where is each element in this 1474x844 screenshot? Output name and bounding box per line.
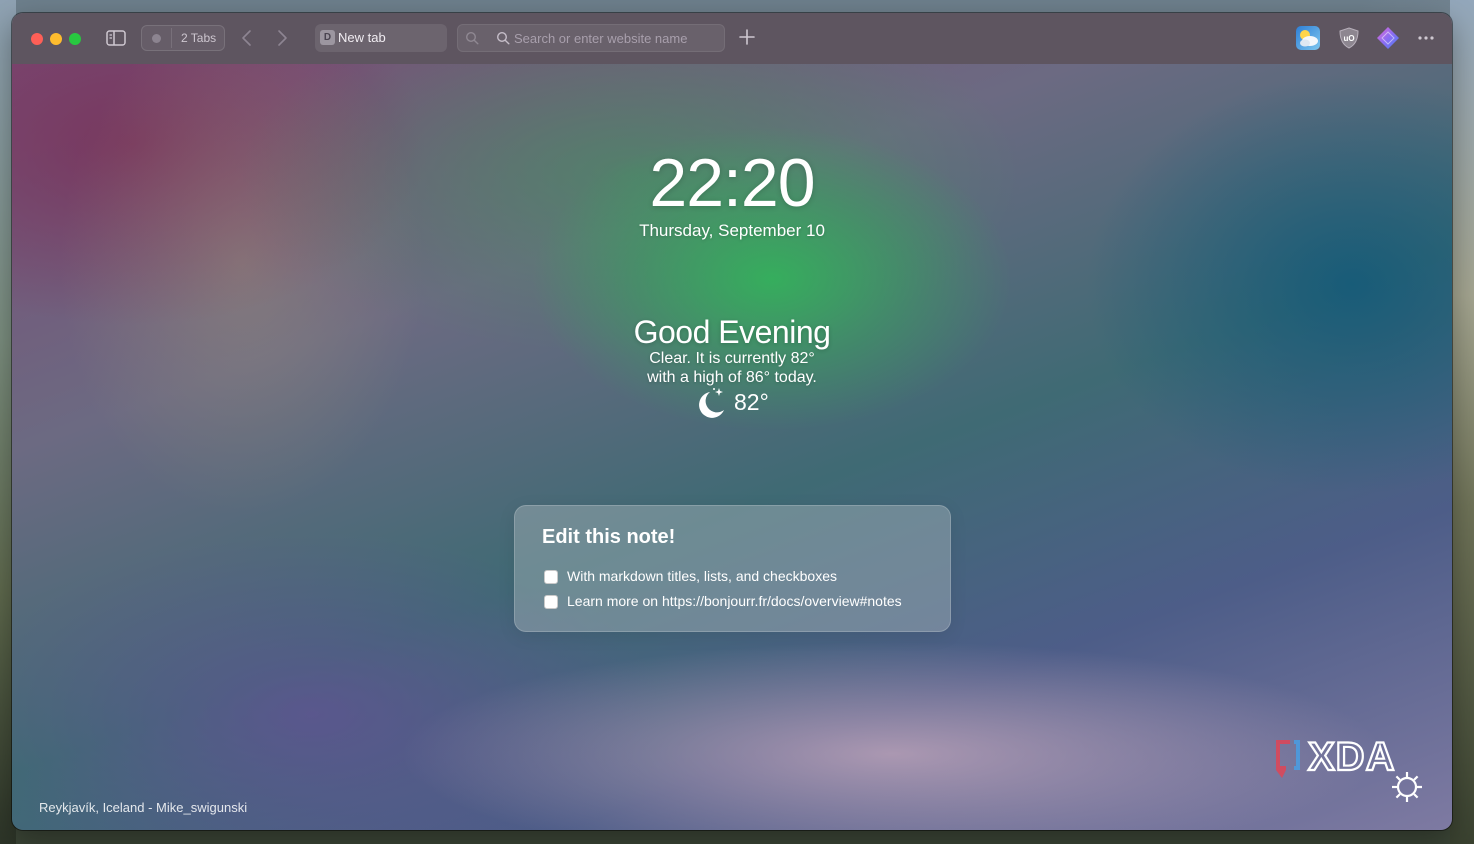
notes-widget[interactable]: Edit this note! With markdown titles, li… — [514, 505, 951, 632]
ellipsis-icon[interactable] — [1416, 30, 1436, 46]
note-title[interactable]: Edit this note! — [542, 526, 675, 549]
browser-window: 2 Tabs D New tab Search or enter website… — [12, 13, 1452, 830]
note-checkbox[interactable] — [544, 595, 558, 609]
browser-toolbar: 2 Tabs D New tab Search or enter website… — [12, 13, 1452, 65]
chevron-right-icon[interactable] — [275, 29, 289, 47]
address-bar[interactable] — [457, 24, 725, 52]
tab-new-tab[interactable]: D New tab — [315, 24, 447, 52]
sidebar-icon[interactable] — [106, 29, 126, 47]
magnifier-icon — [465, 31, 479, 45]
tab-title: New tab — [338, 30, 386, 45]
search-icon — [496, 31, 510, 45]
weather-description-line-1: Clear. It is currently 82° — [649, 350, 815, 367]
svg-text:XDA: XDA — [1308, 735, 1395, 779]
chevron-left-icon[interactable] — [240, 29, 254, 47]
greeting: Good Evening — [633, 314, 831, 350]
desktop-wallpaper-right — [1450, 0, 1474, 844]
photo-credit[interactable]: Reykjavík, Iceland - Mike_swigunski — [39, 800, 247, 815]
current-weather: 82° — [688, 384, 808, 422]
minimize-window-button[interactable] — [50, 33, 62, 45]
note-item-text[interactable]: With markdown titles, lists, and checkbo… — [567, 568, 837, 584]
current-temperature: 82° — [734, 389, 769, 415]
tab-favicon-icon: D — [320, 30, 335, 45]
svg-text:uO: uO — [1343, 34, 1354, 43]
note-item-text[interactable]: Learn more on https://bonjourr.fr/docs/o… — [567, 593, 902, 609]
weather-extension-art — [1300, 30, 1318, 47]
plus-icon[interactable] — [739, 29, 755, 45]
tab-group-button[interactable]: 2 Tabs — [141, 25, 225, 51]
clock-time: 22:20 — [649, 145, 815, 221]
address-input[interactable] — [514, 28, 714, 48]
note-checkbox[interactable] — [544, 570, 558, 584]
new-tab-page: 22:20 Thursday, September 10 Good Evenin… — [12, 64, 1452, 830]
tab-group-divider — [171, 28, 172, 48]
gem-extension-icon[interactable] — [1376, 26, 1400, 50]
tab-count-label: 2 Tabs — [181, 31, 217, 45]
tab-group-dot-icon — [152, 34, 161, 43]
clear-night-moon-icon — [699, 388, 724, 418]
weather-extension-icon[interactable] — [1296, 26, 1320, 50]
close-window-button[interactable] — [31, 33, 43, 45]
clock-date: Thursday, September 10 — [639, 221, 825, 240]
maximize-window-button[interactable] — [69, 33, 81, 45]
gear-icon[interactable] — [1390, 770, 1424, 804]
ublock-origin-icon[interactable]: uO — [1337, 26, 1361, 50]
